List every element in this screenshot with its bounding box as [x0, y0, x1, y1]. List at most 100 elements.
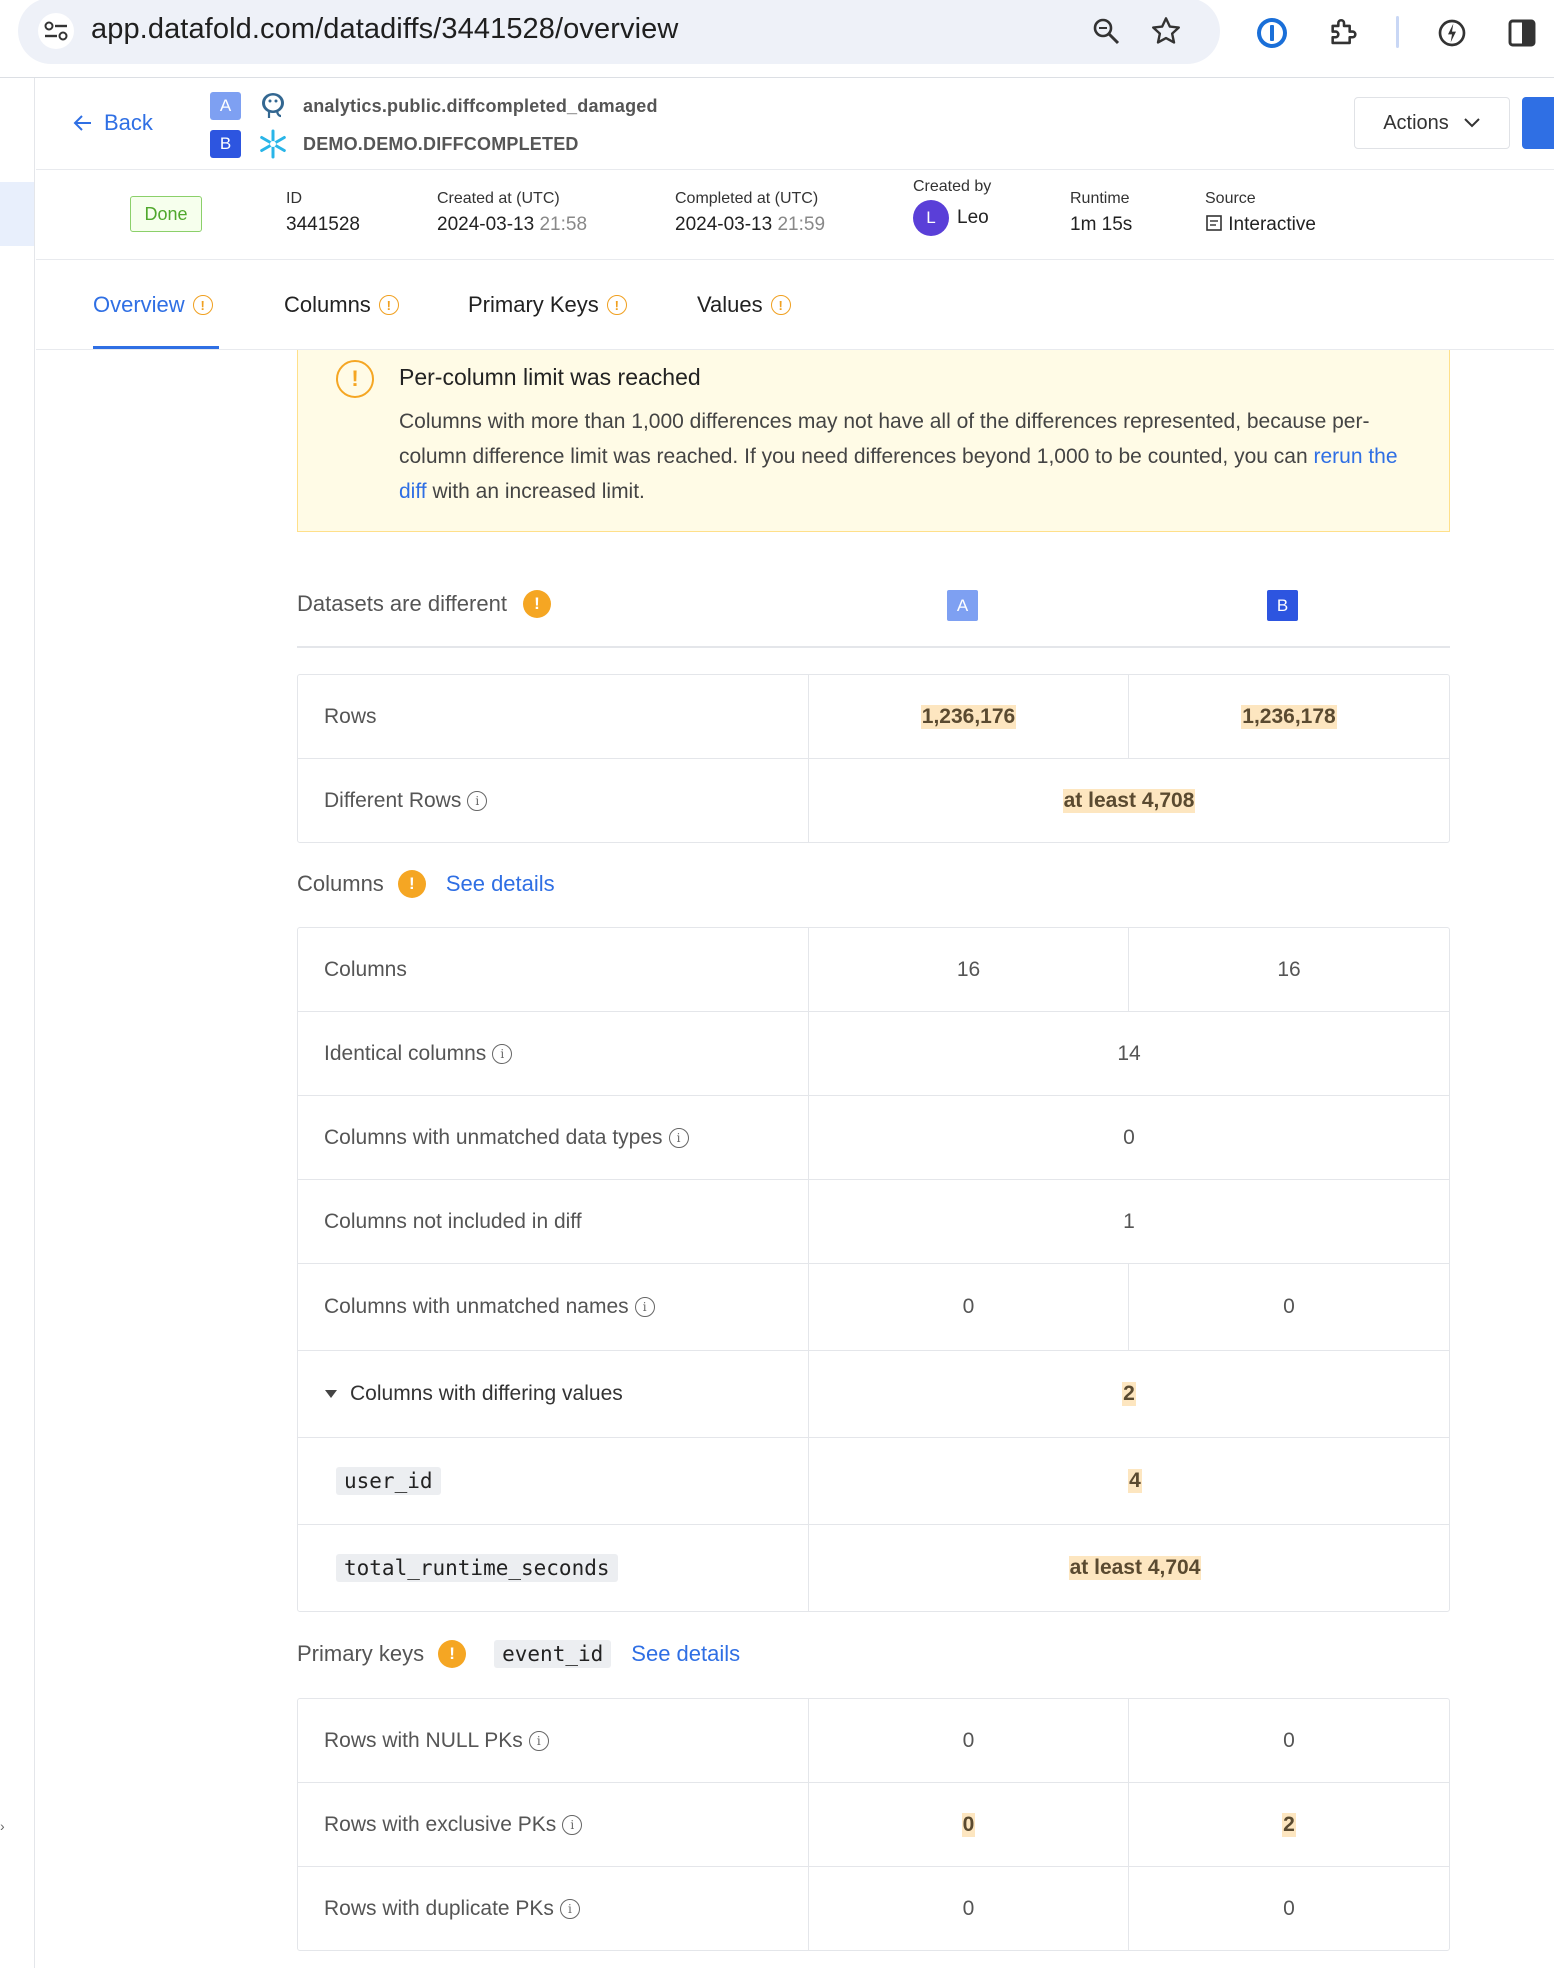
info-icon[interactable]: i — [492, 1043, 513, 1064]
diff-meta: Done ID 3441528 Created at (UTC) 2024-03… — [36, 170, 1554, 260]
actions-button[interactable]: Actions — [1354, 97, 1510, 149]
warning-icon: ! — [192, 295, 213, 315]
table-row: Columns not included in diff 1 — [298, 1180, 1449, 1264]
table-row: Columns 16 16 — [298, 928, 1449, 1012]
duplicate-pks-a: 0 — [809, 1867, 1129, 1950]
url-text[interactable]: app.datafold.com/datadiffs/3441528/overv… — [91, 13, 678, 46]
primary-keys-see-details-link[interactable]: See details — [631, 1641, 740, 1667]
identical-columns-label: Identical columns i — [298, 1012, 809, 1095]
primary-keys-heading: Primary keys ! event_id See details — [297, 1640, 740, 1668]
meta-runtime: Runtime 1m 15s — [1070, 190, 1132, 236]
tab-values[interactable]: Values! — [697, 292, 791, 318]
unmatched-types-label: Columns with unmatched data types i — [298, 1096, 809, 1179]
site-settings-icon[interactable] — [38, 13, 74, 49]
tab-primary-keys[interactable]: Primary Keys! — [468, 292, 627, 318]
datasets-heading: Datasets are different ! — [297, 590, 551, 618]
id-value: 3441528 — [286, 214, 360, 235]
completed-date: 2024-03-13 — [675, 214, 773, 235]
warning-icon: ! — [606, 295, 627, 315]
identical-columns-text: Identical columns — [324, 1041, 487, 1065]
address-bar[interactable]: app.datafold.com/datadiffs/3441528/overv… — [18, 0, 1220, 64]
columns-b: 16 — [1277, 957, 1301, 981]
id-label: ID — [286, 190, 302, 207]
expand-chevron-icon[interactable]: › — [0, 1818, 5, 1834]
dataset-a-name[interactable]: analytics.public.diffcompleted_damaged — [303, 96, 658, 117]
info-icon[interactable]: i — [528, 1730, 549, 1751]
columns-a: 16 — [809, 928, 1129, 1011]
runtime-value: 1m 15s — [1070, 214, 1133, 235]
left-rail-active-item[interactable] — [0, 182, 34, 246]
created-by-name: Leo — [957, 207, 989, 229]
not-included-value: 1 — [1123, 1209, 1135, 1233]
different-rows: at least 4,708 — [809, 759, 1449, 842]
tab-primary-keys-label: Primary Keys — [468, 292, 599, 317]
active-tab-indicator — [93, 346, 219, 349]
unmatched-names-text: Columns with unmatched names — [324, 1295, 629, 1318]
columns-see-details-link[interactable]: See details — [446, 871, 555, 897]
dataset-b-name[interactable]: DEMO.DEMO.DIFFCOMPLETED — [303, 134, 579, 155]
created-by-value: L Leo — [913, 200, 991, 236]
meta-source: Source Interactive — [1205, 190, 1316, 236]
created-by-label: Created by — [913, 178, 992, 195]
duplicate-pks-label: Rows with duplicate PKs i — [298, 1867, 809, 1950]
table-row: total_runtime_seconds at least 4,704 — [298, 1525, 1449, 1611]
rows-b: 1,236,178 — [1129, 675, 1449, 758]
column-chip[interactable]: user_id — [336, 1467, 441, 1495]
columns-table: Columns 16 16 Identical columns i 14 Colu… — [297, 927, 1450, 1612]
unmatched-names-label: Columns with unmatched names i — [298, 1264, 809, 1350]
performance-icon[interactable] — [1432, 13, 1472, 53]
arrow-left-icon — [73, 115, 91, 131]
table-row: Rows with exclusive PKs i 0 2 — [298, 1783, 1449, 1867]
completed-value: 2024-03-13 21:59 — [675, 214, 825, 236]
primary-keys-heading-text: Primary keys — [297, 1641, 425, 1666]
column-b-badge: B — [1267, 590, 1298, 621]
info-icon[interactable]: i — [467, 790, 488, 811]
exclusive-pks-b: 2 — [1129, 1783, 1449, 1866]
column-chip[interactable]: total_runtime_seconds — [336, 1554, 618, 1582]
snowflake-icon — [255, 128, 291, 160]
differing-values-toggle[interactable]: Columns with differing values — [298, 1351, 809, 1437]
alert-body-end: with an increased limit. — [426, 480, 645, 503]
chevron-down-icon — [1464, 118, 1480, 128]
rows-b-value: 1,236,178 — [1241, 704, 1337, 729]
dataset-b-row: B DEMO.DEMO.DIFFCOMPLETED — [210, 128, 579, 160]
null-pks-label: Rows with NULL PKs i — [298, 1699, 809, 1782]
info-icon[interactable]: i — [668, 1127, 689, 1148]
zoom-icon[interactable] — [1088, 13, 1124, 49]
warning-icon: ! — [397, 870, 426, 898]
alert-title: Per-column limit was reached — [399, 364, 701, 390]
datasets-table: Rows 1,236,176 1,236,178 Different Rows i… — [297, 674, 1450, 843]
created-date: 2024-03-13 — [437, 214, 535, 235]
datasets-heading-text: Datasets are different — [297, 591, 507, 616]
meta-id: ID 3441528 — [286, 190, 360, 236]
avatar: L — [913, 200, 949, 236]
columns-heading-text: Columns — [297, 871, 384, 896]
table-row: Columns with differing values 2 — [298, 1351, 1449, 1438]
extensions-puzzle-icon[interactable] — [1324, 13, 1364, 53]
back-button[interactable]: Back — [72, 110, 153, 136]
password-manager-icon[interactable] — [1252, 13, 1292, 53]
different-rows-text: Different Rows — [324, 788, 462, 812]
info-icon[interactable]: i — [562, 1814, 583, 1835]
exclusive-pks-text: Rows with exclusive PKs — [324, 1812, 557, 1836]
created-value: 2024-03-13 21:58 — [437, 214, 587, 236]
actions-label: Actions — [1383, 111, 1449, 134]
source-text: Interactive — [1228, 214, 1316, 235]
info-icon[interactable]: i — [634, 1297, 655, 1317]
column-a-badge: A — [947, 590, 978, 621]
unmatched-types-value: 0 — [1123, 1125, 1135, 1149]
runtime-label: Runtime — [1070, 190, 1130, 207]
unmatched-names-a: 0 — [809, 1264, 1129, 1350]
rows-a: 1,236,176 — [809, 675, 1129, 758]
info-icon[interactable]: i — [559, 1898, 580, 1919]
meta-created: Created at (UTC) 2024-03-13 21:58 — [437, 190, 587, 236]
tab-overview-label: Overview — [93, 292, 185, 317]
bookmark-star-icon[interactable] — [1148, 13, 1184, 49]
side-panel-icon[interactable] — [1502, 13, 1542, 53]
rows-label: Rows — [298, 675, 809, 758]
tab-columns[interactable]: Columns! — [284, 292, 399, 318]
null-pks-text: Rows with NULL PKs — [324, 1728, 523, 1752]
tab-overview[interactable]: Overview! — [93, 292, 213, 318]
primary-action-button[interactable] — [1522, 97, 1554, 149]
warning-icon: ! — [522, 590, 551, 618]
